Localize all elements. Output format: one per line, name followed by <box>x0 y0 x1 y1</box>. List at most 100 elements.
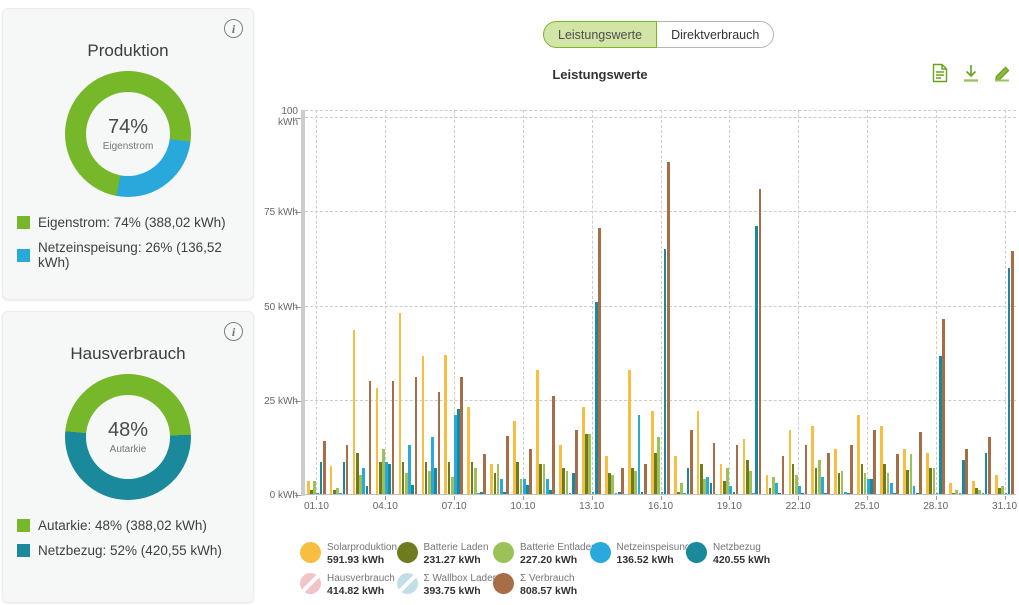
chart-legend-item-σ-wallbox-laden[interactable]: Σ Wallbox Laden393.75 kWh <box>397 573 499 597</box>
x-axis-label: 31.10 <box>985 501 1019 512</box>
legend-swatch <box>17 216 30 229</box>
legend-swatch <box>17 249 30 262</box>
gridline-vertical <box>936 110 937 495</box>
gridline-vertical <box>592 110 593 495</box>
donut-center-label: Eigenstrom <box>103 141 154 152</box>
bar-σ-verbrauch-03.10 <box>369 381 372 494</box>
card-title-hausverbrauch: Hausverbrauch <box>3 344 253 364</box>
x-axis-label: 28.10 <box>916 501 956 512</box>
x-axis-tick <box>867 496 868 500</box>
x-axis-label: 25.10 <box>847 501 887 512</box>
tab-direktverbrauch[interactable]: Direktverbrauch <box>657 21 774 48</box>
legend-color-dot <box>397 573 418 594</box>
legend-series-total: 808.57 kWh <box>520 585 577 597</box>
x-axis-tick <box>729 496 730 500</box>
bar-σ-verbrauch-01.10 <box>323 441 326 494</box>
download-icon[interactable] <box>960 62 982 86</box>
bar-batterie-entladen-28.10 <box>933 468 936 494</box>
chart-legend-item-σ-verbrauch[interactable]: Σ Verbrauch808.57 kWh <box>493 573 577 597</box>
bar-batterie-entladen-24.10 <box>841 471 844 494</box>
y-axis-label: 0 kWh <box>258 490 298 501</box>
bar-σ-verbrauch-08.10 <box>483 454 486 494</box>
x-axis-tick <box>454 496 455 500</box>
bar-σ-verbrauch-29.10 <box>965 449 968 494</box>
legend-color-dot <box>493 542 514 563</box>
bar-solarproduktion-17.10 <box>674 456 677 494</box>
bar-σ-verbrauch-26.10 <box>896 454 899 494</box>
chart-legend-item-netzbezug[interactable]: Netzbezug420.55 kWh <box>686 542 770 566</box>
bar-σ-verbrauch-28.10 <box>942 319 945 494</box>
produktion-donut-chart: 74% Eigenstrom <box>65 71 191 197</box>
gridline-vertical <box>661 110 662 495</box>
gridline-vertical <box>798 110 799 495</box>
bar-σ-verbrauch-15.10 <box>644 464 647 494</box>
bar-σ-verbrauch-04.10 <box>392 381 395 494</box>
legend-series-name: Solarproduktion <box>327 542 397 554</box>
legend-series-name: Σ Wallbox Laden <box>424 573 499 585</box>
report-icon[interactable] <box>929 62 951 86</box>
bar-σ-verbrauch-06.10 <box>438 392 441 494</box>
legend-color-dot <box>590 542 611 563</box>
legend-text: Netzbezug: 52% (420,55 kWh) <box>38 543 222 558</box>
view-toggle: Leistungswerte Direktverbrauch <box>543 21 774 48</box>
legend-series-total: 420.55 kWh <box>713 554 770 566</box>
legend-series-total: 227.20 kWh <box>520 554 597 566</box>
bar-netzeinspeisung-15.10 <box>638 415 641 494</box>
legend-series-total: 393.75 kWh <box>424 585 499 597</box>
legend-item-eigenstrom: Eigenstrom: 74% (388,02 kWh) <box>17 215 245 230</box>
x-axis-tick <box>523 496 524 500</box>
legend-series-name: Batterie Entladen <box>520 542 597 554</box>
bar-σ-verbrauch-22.10 <box>805 445 808 494</box>
legend-series-name: Σ Verbrauch <box>520 573 577 585</box>
chart-legend-item-hausverbrauch[interactable]: Hausverbrauch414.82 kWh <box>300 573 395 597</box>
legend-series-total: 136.52 kWh <box>617 554 691 566</box>
x-axis-label: 01.10 <box>296 501 336 512</box>
info-icon[interactable]: i <box>224 322 243 341</box>
bar-σ-verbrauch-16.10 <box>667 162 670 494</box>
donut-center: 48% Autarkie <box>86 395 170 479</box>
bar-batterie-entladen-20.10 <box>749 471 752 494</box>
bar-batterie-entladen-08.10 <box>474 468 477 494</box>
chart-legend-item-batterie-laden[interactable]: Batterie Laden231.27 kWh <box>397 542 489 566</box>
chart-legend-item-solarproduktion[interactable]: Solarproduktion591.93 kWh <box>300 542 397 566</box>
legend-series-name: Netzbezug <box>713 542 770 554</box>
donut-center-value: 48% <box>108 419 148 442</box>
y-axis-label: 50 kWh <box>258 302 298 313</box>
bar-batterie-entladen-14.10 <box>611 475 614 494</box>
chart-toolbar <box>929 62 1013 86</box>
bar-σ-verbrauch-21.10 <box>782 456 785 494</box>
legend-swatch <box>17 544 30 557</box>
bar-σ-verbrauch-13.10 <box>598 228 601 494</box>
legend-series-total: 414.82 kWh <box>327 585 395 597</box>
donut-center-value: 74% <box>108 116 148 139</box>
bar-σ-verbrauch-11.10 <box>552 396 555 494</box>
bar-σ-verbrauch-23.10 <box>827 453 830 494</box>
legend-series-total: 591.93 kWh <box>327 554 397 566</box>
chart-legend-item-batterie-entladen[interactable]: Batterie Entladen227.20 kWh <box>493 542 597 566</box>
x-axis-tick <box>385 496 386 500</box>
produktion-legend: Eigenstrom: 74% (388,02 kWh) Netzeinspei… <box>17 215 245 280</box>
chart-legend-item-netzeinspeisung[interactable]: Netzeinspeisung136.52 kWh <box>590 542 691 566</box>
bar-σ-verbrauch-17.10 <box>690 430 693 494</box>
x-axis-label: 10.10 <box>503 501 543 512</box>
y-axis-label: 100kWh <box>258 106 298 128</box>
x-axis-tick <box>592 496 593 500</box>
bar-σ-verbrauch-27.10 <box>919 432 922 494</box>
legend-text: Eigenstrom: 74% (388,02 kWh) <box>38 215 226 230</box>
bar-σ-verbrauch-12.10 <box>575 430 578 494</box>
gridline-vertical <box>1005 110 1006 495</box>
dashboard: i Produktion 74% Eigenstrom Eigenstrom: … <box>0 0 1019 605</box>
bar-chart-plot-area <box>305 110 1016 495</box>
gridline-vertical <box>867 110 868 495</box>
bar-σ-verbrauch-05.10 <box>415 377 418 494</box>
bar-σ-verbrauch-14.10 <box>621 468 624 494</box>
gridline-vertical <box>385 110 386 495</box>
legend-color-dot <box>300 542 321 563</box>
legend-color-dot <box>397 542 418 563</box>
legend-text: Netzeinspeisung: 26% (136,52 kWh) <box>38 240 245 270</box>
edit-icon[interactable] <box>991 62 1013 86</box>
tab-leistungswerte[interactable]: Leistungswerte <box>543 21 657 48</box>
legend-color-dot <box>300 573 321 594</box>
info-icon[interactable]: i <box>224 19 243 38</box>
x-axis-label: 22.10 <box>778 501 818 512</box>
